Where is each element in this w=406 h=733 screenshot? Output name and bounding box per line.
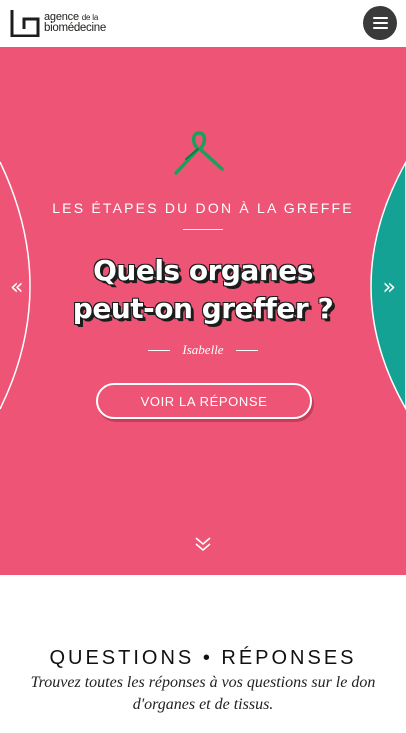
green-ribbon-icon bbox=[174, 131, 224, 175]
logo-word-biomedecine: biomédecine bbox=[44, 22, 106, 34]
author-rule-right bbox=[235, 349, 258, 351]
hero-slider: « » LES ÉTAPES DU DON À LA GREFFE Quels … bbox=[0, 47, 406, 575]
hamburger-icon bbox=[372, 17, 388, 19]
hamburger-icon-bar bbox=[372, 27, 388, 29]
menu-button[interactable] bbox=[363, 6, 397, 40]
slide-headline: Quels organes peut-on greffer ? bbox=[0, 252, 406, 328]
logo-text: agence de la biomédecine bbox=[44, 12, 106, 34]
slide-kicker: LES ÉTAPES DU DON À LA GREFFE bbox=[52, 200, 354, 216]
author-line: Isabelle bbox=[0, 342, 406, 358]
hamburger-icon-bar bbox=[372, 22, 388, 24]
headline-line-2: peut-on greffer ? bbox=[72, 292, 334, 325]
author-rule-left bbox=[148, 349, 171, 351]
qa-section-title: QUESTIONS • RÉPONSES bbox=[49, 647, 357, 669]
headline-line-1: Quels organes bbox=[93, 254, 313, 287]
agence-biomedecine-logo[interactable]: agence de la biomédecine bbox=[10, 9, 120, 39]
qa-section-subtitle: Trouvez toutes les réponses à vos questi… bbox=[30, 674, 376, 713]
author-name: Isabelle bbox=[182, 342, 224, 357]
kicker-divider bbox=[183, 229, 223, 230]
see-answer-button[interactable]: VOIR LA RÉPONSE bbox=[96, 383, 312, 419]
double-chevron-down-icon[interactable] bbox=[194, 536, 212, 552]
site-header: agence de la biomédecine bbox=[0, 0, 406, 47]
logo-word-de-la: de la bbox=[81, 13, 99, 22]
logo-mark-icon bbox=[10, 10, 40, 37]
